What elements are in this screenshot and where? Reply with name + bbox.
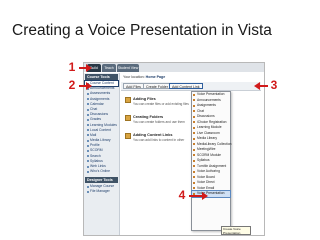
- section-title: Adding Files: [133, 97, 156, 101]
- designer-tools-header: Designer Tools: [85, 177, 118, 183]
- callout-2: 2: [68, 78, 76, 92]
- callout-arrow: [79, 82, 92, 90]
- location-label: Your location:: [123, 75, 145, 79]
- folder-icon: [125, 115, 131, 121]
- link-icon: [125, 133, 131, 139]
- callout-arrow: [189, 192, 208, 200]
- nav-item-whos-online[interactable]: Who's Online: [85, 169, 118, 174]
- nav-item-file-manager[interactable]: File Manager: [85, 189, 118, 194]
- section-text: You can create folders and use them: [133, 120, 185, 124]
- section-title: Creating Folders: [133, 115, 164, 119]
- tooltip-line-2: Presentation: [223, 231, 241, 236]
- create-voice-presentation-tooltip: Create Voice Presentation: [221, 226, 251, 235]
- tab-teach[interactable]: Teach: [102, 64, 116, 72]
- left-navigation: Course Tools Course Content Announcement…: [84, 73, 120, 235]
- course-tools-header: Course Tools: [85, 74, 118, 80]
- create-folder-button[interactable]: Create Folder: [143, 83, 171, 89]
- callout-3: 3: [270, 78, 278, 92]
- vista-screenshot: Build Teach Student View Course Tools Co…: [83, 62, 265, 236]
- file-icon: [125, 97, 131, 103]
- slide-title: Creating a Voice Presentation in Vista: [12, 22, 272, 39]
- location-value: Home Page: [145, 75, 166, 79]
- callout-4: 4: [178, 188, 186, 202]
- callout-arrow: [79, 64, 92, 72]
- content-link-dropdown: Voice Presentation Announcements Assignm…: [191, 91, 231, 231]
- top-tabs: Build Teach Student View: [84, 63, 264, 72]
- add-files-button[interactable]: Add Files: [123, 83, 144, 89]
- tab-student-view[interactable]: Student View: [117, 64, 139, 72]
- designer-tools-list: Manage Course File Manager: [85, 184, 118, 194]
- callout-arrow: [254, 82, 268, 90]
- add-content-link-button[interactable]: Add Content Link: [169, 83, 203, 89]
- content-toolbar: Add Files Create Folder Add Content Link: [121, 82, 261, 91]
- section-text: You can add links to content in other: [133, 138, 185, 142]
- callout-1: 1: [68, 60, 76, 74]
- location-breadcrumb: Your location: Home Page: [123, 75, 165, 79]
- section-title: Adding Content Links: [133, 133, 173, 137]
- course-tools-list: Course Content Announcements Assessments…: [84, 79, 119, 174]
- section-text: You can create files or add existing fil…: [133, 102, 189, 106]
